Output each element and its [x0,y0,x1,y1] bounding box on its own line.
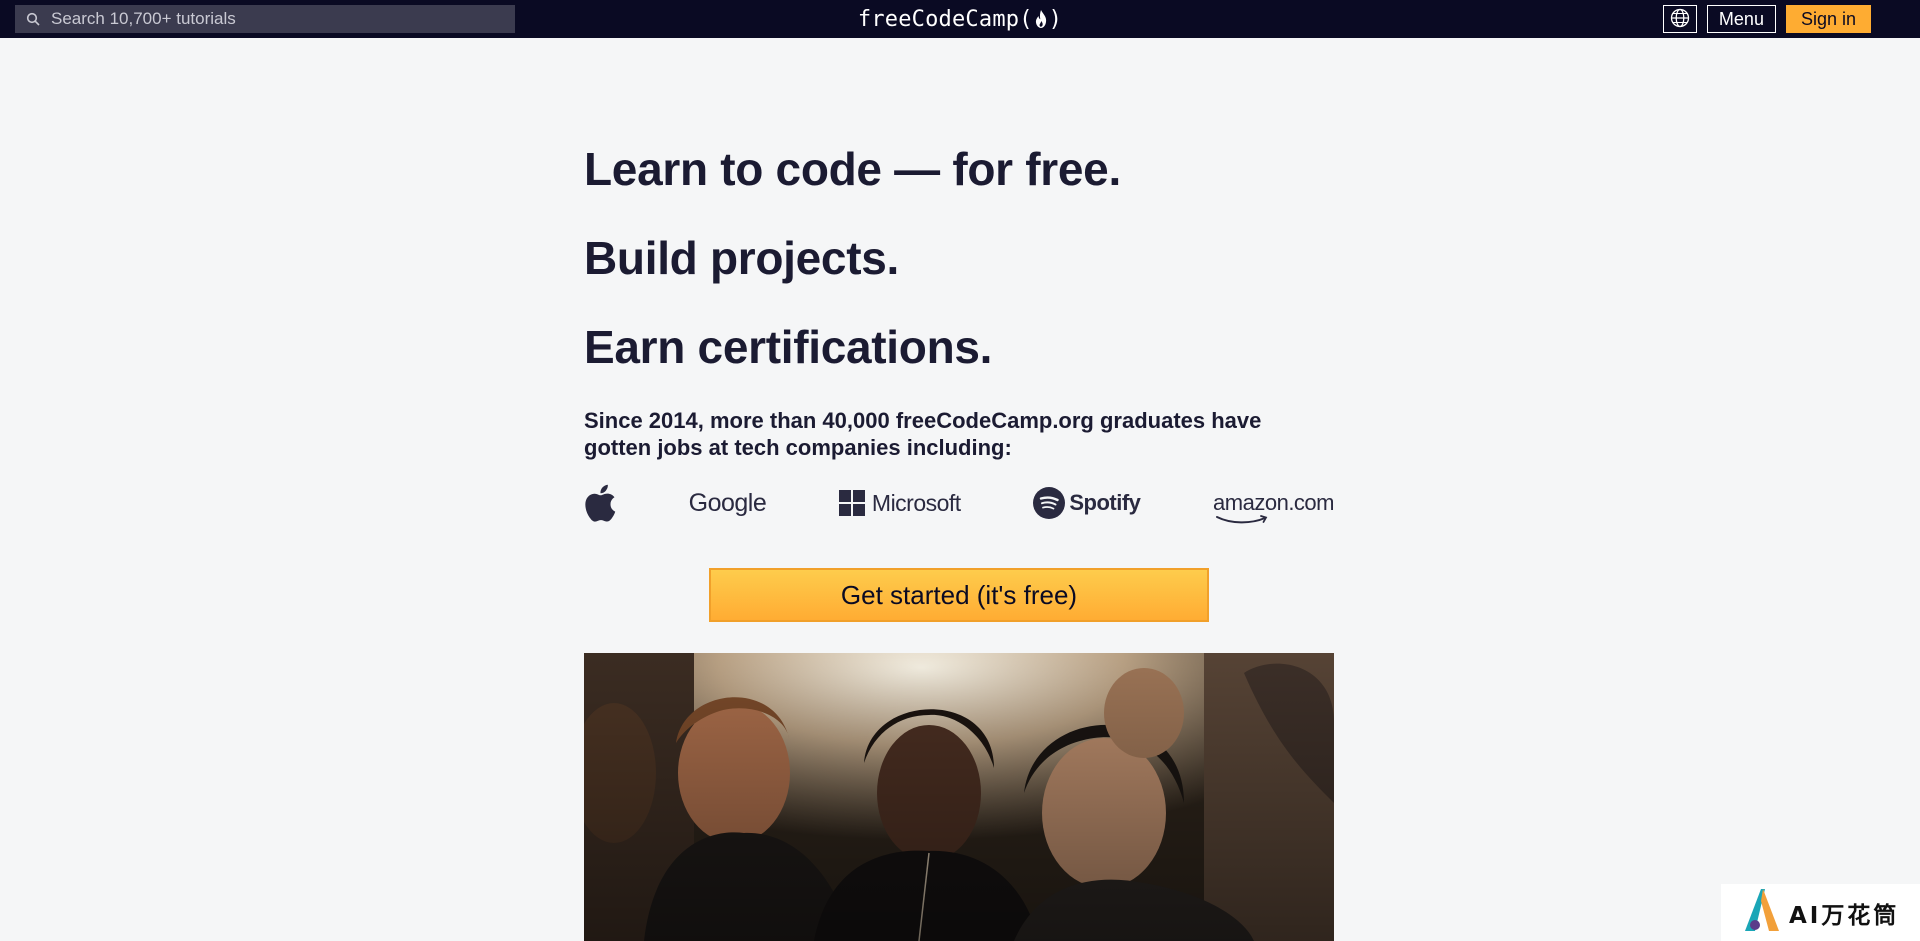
watermark-badge: AI万花筒 [1721,884,1920,941]
google-wordmark: Google [689,489,767,518]
search-input[interactable] [51,5,515,33]
hero-heading-build: Build projects. [584,232,899,284]
hero-heading-learn: Learn to code — for free. [584,143,1121,195]
google-label: Google [688,488,767,517]
spotify-label: Spotify [1069,490,1141,515]
freecodecamp-logo[interactable]: freeCodeCamp( ) [858,7,1062,32]
amazon-wordmark: amazon.com [1213,490,1334,524]
microsoft-logo: Microsoft [838,489,961,517]
nav-actions: Menu Sign in [1662,5,1871,33]
flame-icon [1034,9,1048,29]
spotify-logo: Spotify [1033,487,1141,519]
top-navbar: freeCodeCamp( ) Menu Sign in [0,0,1920,38]
get-started-button[interactable]: Get started (it's free) [709,568,1209,622]
amazon-smile-icon [1215,512,1271,530]
microsoft-label: Microsoft [871,489,961,516]
search-bar[interactable] [15,5,515,33]
hero-photo [584,653,1334,941]
search-icon [15,5,51,33]
hero-section: Learn to code — for free. Build projects… [584,140,1334,461]
brand-text-left: freeCodeCamp( [857,6,1033,32]
apple-logo-icon [584,484,616,522]
watermark-text: AI万花筒 [1789,902,1900,929]
sign-in-button[interactable]: Sign in [1785,5,1871,33]
language-button[interactable] [1662,5,1697,33]
brand-text-right: ) [1048,6,1063,32]
company-logos: Google Microsoft Spotify amazon.com [584,478,1334,528]
globe-icon [1670,8,1690,31]
watermark-logo-icon [1741,887,1783,938]
spotify-logo-icon [1033,487,1066,519]
menu-button[interactable]: Menu [1706,5,1776,33]
hero-photo-art [584,653,1334,941]
microsoft-logo-icon [838,490,865,516]
hero-subtitle: Since 2014, more than 40,000 freeCodeCam… [584,408,1262,460]
hero-heading-earn: Earn certifications. [584,321,993,373]
